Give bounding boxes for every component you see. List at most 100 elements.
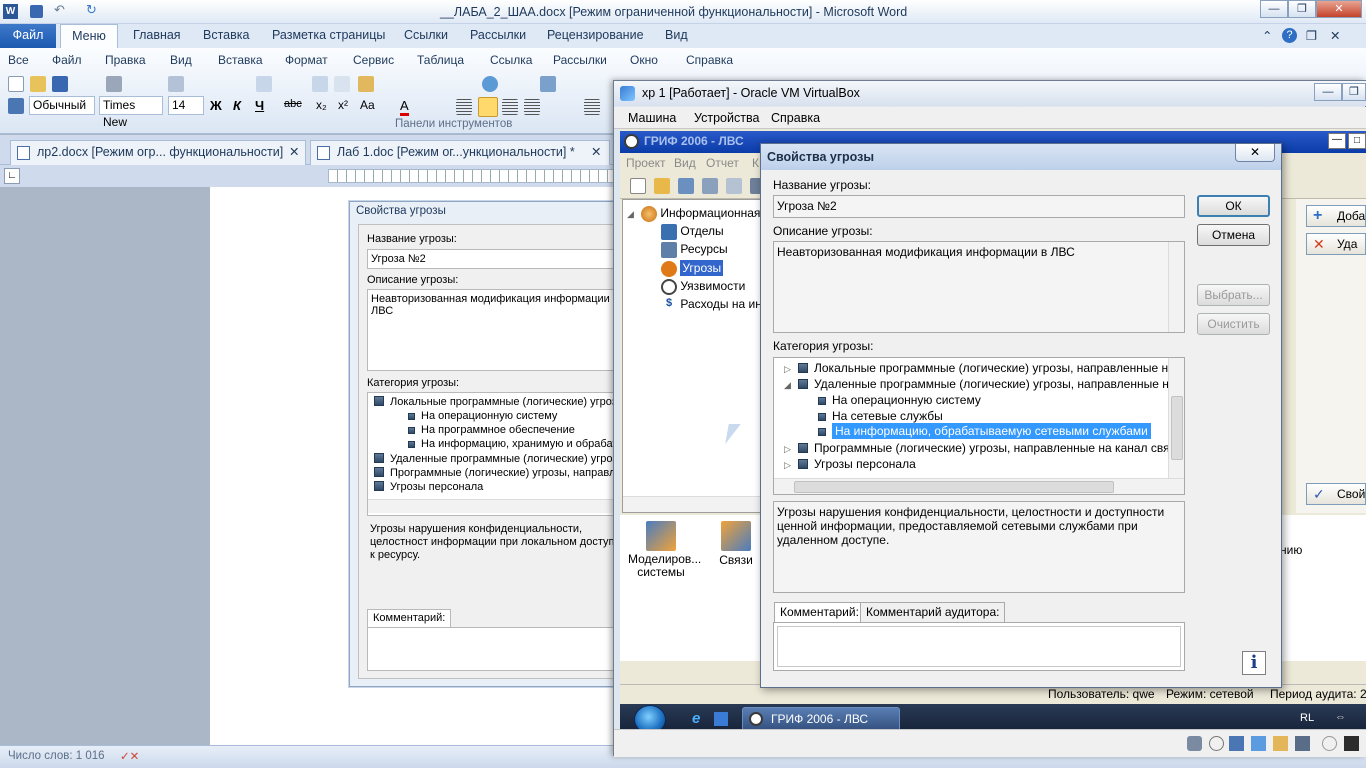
ie-icon[interactable]: e xyxy=(692,710,700,727)
delete-button[interactable]: ✕ Уда xyxy=(1306,233,1366,255)
tree-item-expenses[interactable]: $ Расходы на ин xyxy=(661,297,762,313)
word-logo-icon[interactable]: W xyxy=(3,4,18,19)
display-icon[interactable] xyxy=(1295,736,1310,751)
tab-page-layout[interactable]: Разметка страницы xyxy=(272,28,385,42)
chevron-up-icon[interactable]: ⌃ xyxy=(1262,28,1272,43)
close-doc-icon[interactable]: ✕ xyxy=(1330,28,1340,43)
doc-tab-lr2[interactable]: лр2.docx [Режим огр... функциональности]… xyxy=(10,140,306,165)
scroll-thumb[interactable] xyxy=(1171,396,1183,460)
menu-devices[interactable]: Устройства xyxy=(694,111,759,125)
new-icon[interactable] xyxy=(630,178,646,194)
tree-row[interactable]: На сетевые службы xyxy=(818,409,943,423)
cd-icon[interactable] xyxy=(1209,736,1224,751)
styles-icon[interactable] xyxy=(8,98,24,114)
bold-button[interactable]: Ж xyxy=(210,98,222,113)
tab-view[interactable]: Вид xyxy=(665,28,688,42)
tab-mailings[interactable]: Рассылки xyxy=(470,28,526,42)
menu-mailings[interactable]: Рассылки xyxy=(553,53,607,67)
file-tab[interactable]: Файл xyxy=(0,24,56,48)
paste-icon[interactable] xyxy=(358,76,374,92)
close-tab-icon[interactable]: ✕ xyxy=(289,141,299,164)
tray-icon[interactable]: ⇔ xyxy=(1335,711,1346,723)
style-select[interactable]: Обычный xyxy=(29,96,95,115)
horizontal-ruler[interactable] xyxy=(328,169,618,183)
menu-edit[interactable]: Правка xyxy=(105,53,146,67)
language-indicator[interactable]: RL xyxy=(1300,712,1314,724)
menu-vbox-help[interactable]: Справка xyxy=(771,111,820,125)
font-color-button[interactable]: A xyxy=(400,98,409,116)
tree-row[interactable]: ◢ Удаленные программные (логические) угро… xyxy=(784,377,1184,391)
menu-view[interactable]: Вид xyxy=(170,53,192,67)
scroll-thumb[interactable] xyxy=(794,481,1114,493)
menu-project[interactable]: Проект xyxy=(626,156,666,170)
grif-minimize-button[interactable]: — xyxy=(1328,133,1346,149)
close-tab-icon[interactable]: ✕ xyxy=(591,141,601,164)
change-case-button[interactable]: Aa xyxy=(360,98,375,112)
align-center-icon[interactable] xyxy=(478,97,498,117)
restore-icon[interactable]: ❐ xyxy=(1306,28,1317,43)
underline-button[interactable]: Ч xyxy=(255,98,264,113)
tab-review[interactable]: Рецензирование xyxy=(547,28,644,42)
open-icon[interactable] xyxy=(654,178,670,194)
tree-hscroll[interactable] xyxy=(623,496,763,512)
cut-icon[interactable] xyxy=(312,76,328,92)
save-icon[interactable] xyxy=(52,76,68,92)
maximize-button[interactable]: ❐ xyxy=(1288,0,1316,18)
menu-all[interactable]: Все xyxy=(8,53,29,67)
menu-report[interactable]: Отчет xyxy=(706,156,739,170)
menu-link[interactable]: Ссылка xyxy=(490,53,532,67)
preview-icon[interactable] xyxy=(168,76,184,92)
links-tile[interactable]: Связи xyxy=(716,521,756,567)
tab-comment[interactable]: Комментарий: xyxy=(774,602,865,623)
category-tree[interactable]: ▷ Локальные программные (логические) угро… xyxy=(773,357,1185,495)
menu-more[interactable]: К xyxy=(752,156,759,170)
threat-properties-dialog[interactable]: Свойства угрозы ✕ Название угрозы: Угроз… xyxy=(760,143,1282,688)
list-icon[interactable] xyxy=(584,99,600,115)
redo-icon[interactable]: ↻ xyxy=(86,2,97,18)
tree-item-threats[interactable]: Угрозы xyxy=(661,260,724,277)
tab-references[interactable]: Ссылки xyxy=(404,28,448,42)
menu-file[interactable]: Файл xyxy=(52,53,82,67)
align-right-icon[interactable] xyxy=(502,99,518,115)
new-doc-icon[interactable] xyxy=(8,76,24,92)
proofing-icon[interactable]: ✓✕ xyxy=(120,749,139,763)
tab-auditor-comment[interactable]: Комментарий аудитора: xyxy=(860,602,1006,622)
tree-row[interactable]: ▷ Локальные программные (логические) угро… xyxy=(784,361,1184,375)
embedded-dialog-image[interactable]: Свойства угрозы Название угрозы: Угроза … xyxy=(349,201,630,687)
tab-menu[interactable]: Меню xyxy=(60,24,118,49)
tree-item-resources[interactable]: Ресурсы xyxy=(661,242,728,258)
modeling-tile[interactable]: Моделиров... системы xyxy=(628,521,701,579)
tree-row[interactable]: На операционную систему xyxy=(818,393,981,407)
hdd-icon[interactable] xyxy=(1187,736,1202,751)
spellcheck-icon[interactable] xyxy=(256,76,272,92)
superscript-button[interactable]: x² xyxy=(338,98,348,112)
menu-insert[interactable]: Вставка xyxy=(218,53,263,67)
menu-tools[interactable]: Сервис xyxy=(353,53,394,67)
usb-icon[interactable] xyxy=(1229,736,1244,751)
tab-insert[interactable]: Вставка xyxy=(203,28,249,42)
doc-tab-lab1[interactable]: Лаб 1.doc [Режим ог...ункциональности] *… xyxy=(310,140,610,165)
menu-format[interactable]: Формат xyxy=(285,53,328,67)
align-left-icon[interactable] xyxy=(456,99,472,115)
table-icon[interactable] xyxy=(540,76,556,92)
help-icon[interactable]: ? xyxy=(1282,28,1297,43)
copy-icon[interactable] xyxy=(334,76,350,92)
tree-hscroll[interactable] xyxy=(774,478,1184,494)
ok-button[interactable]: ОК xyxy=(1197,195,1270,217)
vbox-minimize-button[interactable]: — xyxy=(1314,83,1342,101)
select-button[interactable]: Выбрать... xyxy=(1197,284,1270,306)
open-icon[interactable] xyxy=(30,76,46,92)
vbox-restore-button[interactable]: ❐ xyxy=(1342,83,1366,101)
minimize-button[interactable]: — xyxy=(1260,0,1288,18)
report-icon[interactable] xyxy=(726,178,742,194)
comment-field[interactable] xyxy=(777,626,1181,667)
tree-row-selected[interactable]: На информацию, обрабатываемую сетевыми с… xyxy=(818,423,1151,439)
add-button[interactable]: +Добав xyxy=(1306,205,1366,227)
clear-button[interactable]: Очистить xyxy=(1197,313,1270,335)
font-size-select[interactable]: 14 xyxy=(168,96,204,115)
capture-icon[interactable] xyxy=(1322,736,1337,751)
grif-maximize-button[interactable]: □ xyxy=(1348,133,1366,149)
menu-app-view[interactable]: Вид xyxy=(674,156,696,170)
info-icon[interactable]: i xyxy=(1242,651,1266,675)
shared-folder-icon[interactable] xyxy=(1273,736,1288,751)
